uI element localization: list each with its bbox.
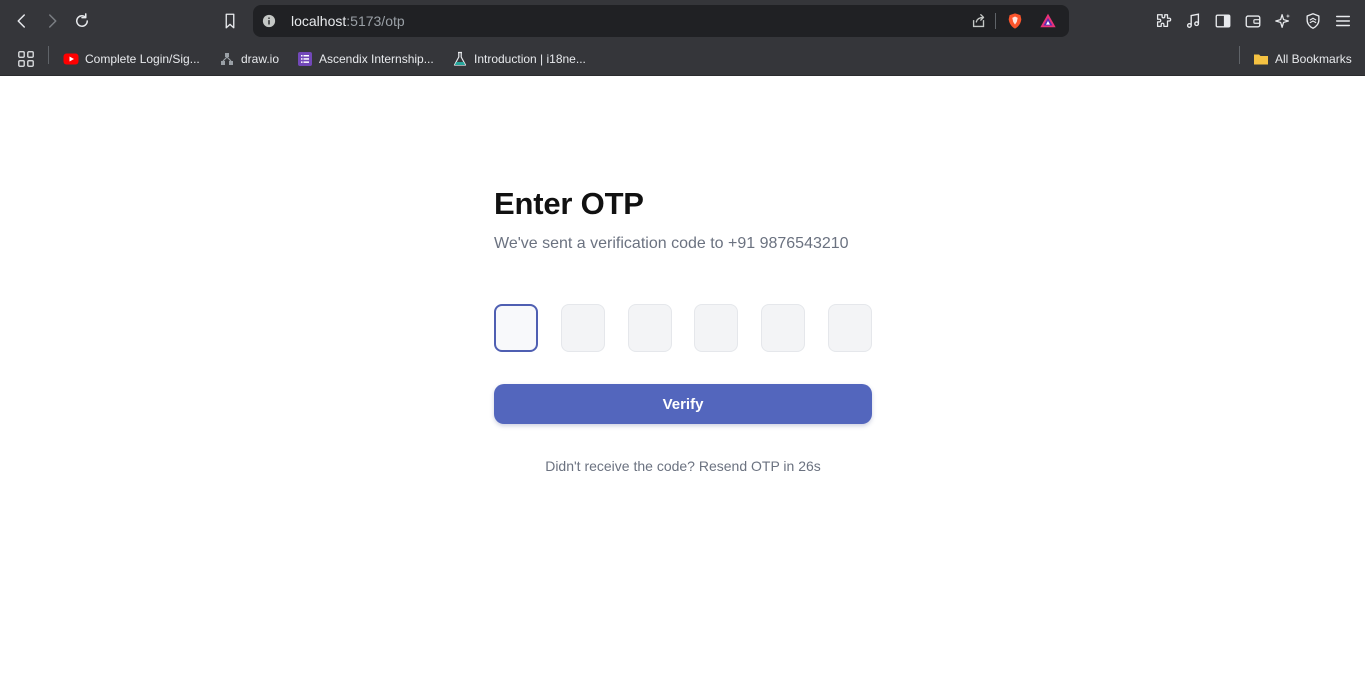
apps-grid-button[interactable] xyxy=(16,45,36,73)
brave-shields-icon[interactable] xyxy=(1005,11,1025,31)
bookmarks-bar: Complete Login/Sig... draw.io Ascendix I… xyxy=(0,42,1365,76)
folder-icon xyxy=(1253,51,1269,67)
bookmark-item[interactable]: Complete Login/Sig... xyxy=(63,45,200,73)
menu-icon[interactable] xyxy=(1333,11,1353,31)
bookmark-item[interactable]: Ascendix Internship... xyxy=(297,45,434,73)
address-bar[interactable]: localhost:5173/otp xyxy=(253,5,1069,37)
url-text[interactable]: localhost:5173/otp xyxy=(291,13,405,29)
bookmark-label: draw.io xyxy=(241,52,280,66)
omnibox-divider xyxy=(995,13,996,29)
back-button[interactable] xyxy=(10,9,34,33)
bookmark-item[interactable]: Introduction | i18ne... xyxy=(452,45,586,73)
all-bookmarks-label: All Bookmarks xyxy=(1275,52,1352,66)
otp-digit-input[interactable] xyxy=(628,304,672,352)
sidebar-toggle-icon[interactable] xyxy=(1213,11,1233,31)
reload-icon xyxy=(76,13,88,27)
bookmark-item[interactable]: draw.io xyxy=(219,45,279,73)
otp-digit-input[interactable] xyxy=(561,304,605,352)
otp-digit-input[interactable] xyxy=(494,304,538,352)
flask-icon xyxy=(452,51,468,67)
page-subtitle: We've sent a verification code to +91 98… xyxy=(494,235,849,252)
otp-digit-input[interactable] xyxy=(761,304,805,352)
drawio-icon xyxy=(219,51,235,67)
site-info-icon[interactable] xyxy=(261,13,277,29)
url-host: localhost xyxy=(291,13,347,29)
apps-grid-icon xyxy=(16,49,36,69)
bookmark-label: Complete Login/Sig... xyxy=(85,52,200,66)
otp-digit-input[interactable] xyxy=(828,304,872,352)
chevron-right-icon xyxy=(49,14,57,28)
bookmark-icon xyxy=(225,13,235,29)
brave-rewards-icon[interactable] xyxy=(1038,11,1058,31)
url-path: :5173/otp xyxy=(346,13,405,29)
browser-toolbar: localhost:5173/otp xyxy=(0,0,1365,42)
forward-button[interactable] xyxy=(40,9,64,33)
form-icon xyxy=(297,51,313,67)
chevron-left-icon xyxy=(17,14,25,28)
otp-digit-input[interactable] xyxy=(694,304,738,352)
bookmark-label: Introduction | i18ne... xyxy=(474,52,586,66)
bookmarks-divider xyxy=(1239,46,1240,64)
bookmark-label: Ascendix Internship... xyxy=(319,52,434,66)
leo-ai-icon[interactable] xyxy=(1273,11,1293,31)
vpn-shield-icon[interactable] xyxy=(1303,11,1323,31)
page-title: Enter OTP xyxy=(494,186,644,221)
media-control-icon[interactable] xyxy=(1183,11,1203,31)
extensions-icon[interactable] xyxy=(1153,11,1173,31)
youtube-icon xyxy=(63,51,79,67)
verify-button[interactable]: Verify xyxy=(494,384,872,424)
reload-button[interactable] xyxy=(70,9,94,33)
wallet-icon[interactable] xyxy=(1243,11,1263,31)
resend-otp-text: Didn't receive the code? Resend OTP in 2… xyxy=(545,458,821,474)
all-bookmarks-button[interactable]: All Bookmarks xyxy=(1253,45,1352,73)
bookmark-page-button[interactable] xyxy=(218,9,242,33)
share-icon[interactable] xyxy=(969,11,989,31)
bookmarks-divider xyxy=(48,46,49,64)
